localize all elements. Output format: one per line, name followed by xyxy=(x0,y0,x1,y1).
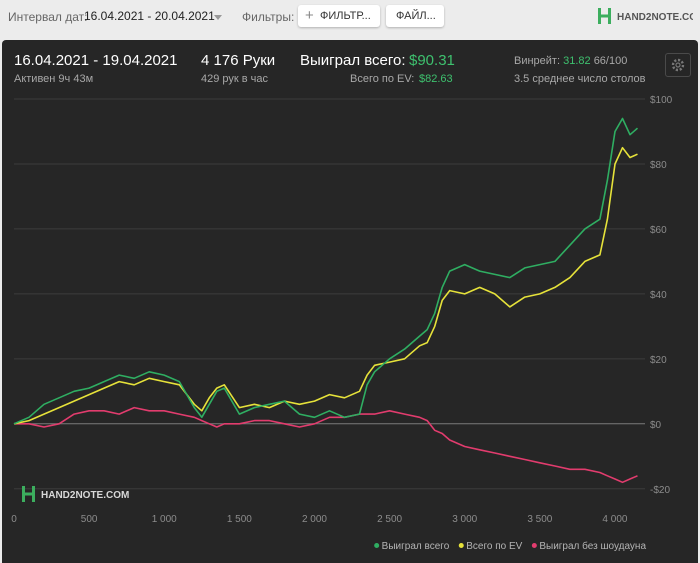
filter-button-label: ФИЛЬТР... xyxy=(320,10,371,22)
avg-tables: 3.5 среднее число столов xyxy=(514,73,646,85)
winrate-label: Винрейт: xyxy=(514,55,561,67)
settings-button[interactable] xyxy=(665,53,691,77)
brand-text: HAND2NOTE.COM xyxy=(617,12,693,23)
filters-label: Фильтры: xyxy=(242,10,295,24)
ev-total-value: $82.63 xyxy=(419,73,453,85)
winrate-extra: 66/100 xyxy=(593,55,628,67)
won-total-value: $90.31 xyxy=(409,52,455,69)
active-time: Активен 9ч 43м xyxy=(14,73,94,85)
file-button-label: ФАЙЛ... xyxy=(396,10,436,22)
hands-per-hour: 429 рук в час xyxy=(201,73,269,85)
date-range: 16.04.2021 - 19.04.2021 xyxy=(14,52,178,69)
won-total-label: Выиграл всего: xyxy=(300,52,406,69)
file-button[interactable]: ФАЙЛ... xyxy=(386,5,444,27)
date-interval-label: Интервал дат: xyxy=(8,10,88,24)
brand-logo[interactable]: HAND2NOTE.COM xyxy=(597,6,700,31)
winrate-value: 31.82 xyxy=(563,55,591,67)
chevron-down-icon[interactable] xyxy=(214,15,222,20)
plus-icon: + xyxy=(305,7,314,24)
date-interval-select[interactable]: 16.04.2021 - 20.04.2021 xyxy=(84,9,215,23)
filter-button[interactable]: + ФИЛЬТР... xyxy=(298,5,380,27)
gear-icon xyxy=(671,58,685,72)
h2n-logo-icon: HAND2NOTE.COM xyxy=(598,8,700,24)
hands-count: 4 176 Руки xyxy=(201,52,276,69)
graph-panel: 16.04.2021 - 19.04.2021 Активен 9ч 43м 4… xyxy=(2,40,698,563)
winrate-line: Винрейт: 31.82 66/100 xyxy=(514,55,627,67)
ev-total-label: Всего по EV: xyxy=(350,73,415,85)
toolbar: Интервал дат: 16.04.2021 - 20.04.2021 Фи… xyxy=(0,0,700,36)
